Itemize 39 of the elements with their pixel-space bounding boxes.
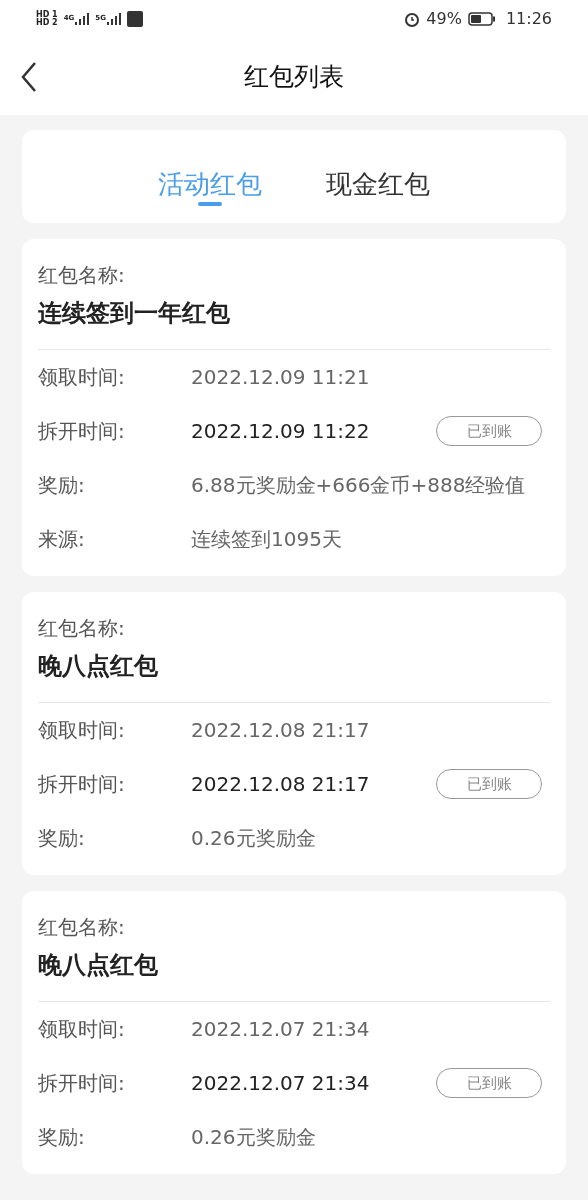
field-value: 2022.12.09 11:22 (191, 418, 370, 445)
field-value: 2022.12.07 21:34 (191, 1016, 370, 1043)
field-label: 拆开时间: (38, 1070, 126, 1097)
field-value: 2022.12.08 21:17 (191, 771, 370, 798)
field-value: 连续签到1095天 (191, 526, 342, 553)
battery-icon (467, 12, 496, 26)
field-label: 奖励: (38, 1124, 86, 1151)
app-icon (126, 11, 143, 27)
packet-name: 连续签到一年红包 (38, 301, 550, 350)
field-label: 红包名称: (38, 265, 126, 285)
field-value: 2022.12.07 21:34 (191, 1070, 370, 1097)
signal-icon (106, 13, 121, 25)
field-label: 拆开时间: (38, 418, 126, 445)
field-label: 奖励: (38, 472, 86, 499)
signal-icon (75, 13, 90, 25)
field-label: 领取时间: (38, 364, 126, 391)
packet-name: 晚八点红包 (38, 654, 550, 703)
field-label: 领取时间: (38, 1016, 126, 1043)
page-title: 红包列表 (244, 60, 344, 93)
field-label: 来源: (38, 526, 86, 553)
field-value: 0.26元奖励金 (191, 1124, 316, 1151)
packet-name: 晚八点红包 (38, 953, 550, 1002)
field-value: 2022.12.09 11:21 (191, 364, 370, 391)
tab-indicator (198, 202, 222, 206)
field-label: 拆开时间: (38, 771, 126, 798)
field-label: 领取时间: (38, 717, 126, 744)
back-icon (21, 62, 37, 92)
field-value: 2022.12.08 21:17 (191, 717, 370, 744)
field-label: 红包名称: (38, 917, 126, 937)
field-label: 红包名称: (38, 618, 126, 638)
alarm-icon (404, 11, 421, 27)
battery-percent: 49% (426, 8, 462, 30)
field-label: 奖励: (38, 825, 86, 852)
tab[interactable]: 现金红包 (322, 162, 434, 206)
sim-label: HD 1 (36, 11, 58, 19)
sim-label: HD 2 (36, 19, 58, 27)
clock: 11:26 (505, 8, 552, 30)
field-value: 0.26元奖励金 (191, 825, 316, 852)
field-value: 6.88元奖励金+666金币+888经验值 (191, 472, 526, 499)
